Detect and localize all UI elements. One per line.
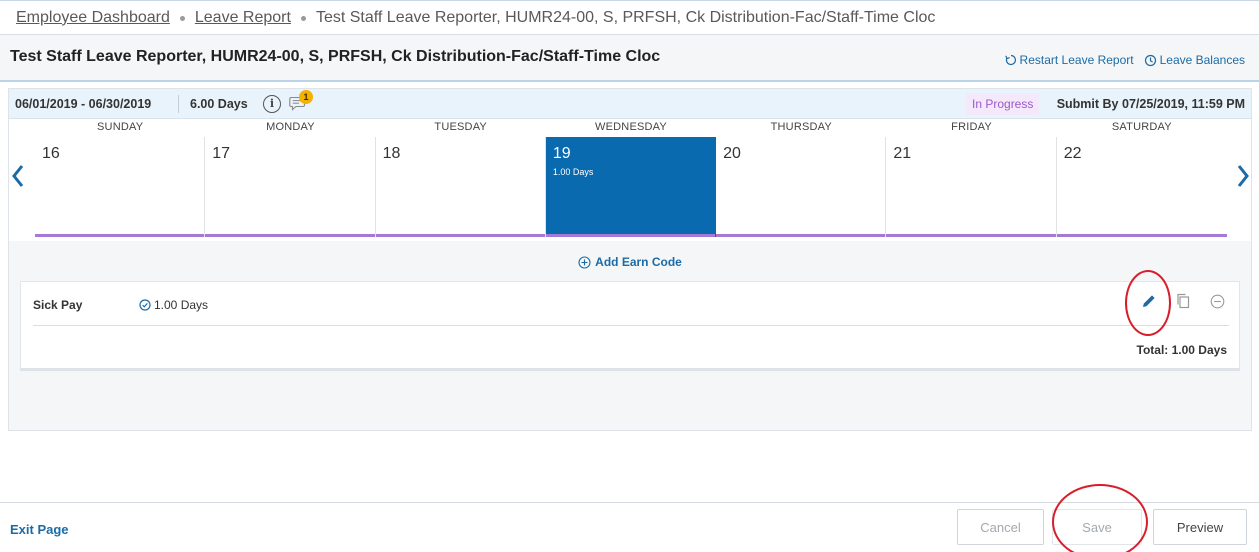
add-earn-code-row: Add Earn Code: [9, 255, 1251, 272]
previous-week-chevron-icon[interactable]: [10, 163, 26, 189]
day-status-bar: [886, 234, 1056, 237]
earn-code-amount-value: 1.00 Days: [154, 298, 209, 312]
day-cell-18[interactable]: 18: [375, 137, 546, 237]
delete-button[interactable]: [1207, 290, 1227, 312]
day-header-wednesday: WEDNESDAY: [595, 121, 667, 133]
earn-code-name: Sick Pay: [33, 298, 83, 312]
breadcrumb-separator: [300, 16, 306, 21]
preview-button[interactable]: Preview: [1153, 509, 1247, 545]
earn-code-amount: 1.00 Days: [139, 298, 208, 312]
day-status-bar: [545, 234, 716, 237]
period-divider: [178, 95, 179, 113]
breadcrumb-leave-report[interactable]: Leave Report: [195, 9, 291, 27]
day-cell-17[interactable]: 17: [205, 137, 376, 237]
period-bar: 06/01/2019 - 06/30/2019 6.00 Days i 1 In…: [9, 89, 1251, 119]
day-header-sunday: SUNDAY: [97, 121, 144, 133]
day-status-bar: [716, 234, 886, 237]
day-number: 18: [382, 145, 401, 162]
exit-page-link[interactable]: Exit Page: [10, 522, 69, 537]
copy-icon: [1177, 293, 1190, 309]
pay-period-range: 06/01/2019 - 06/30/2019: [15, 97, 152, 111]
plus-circle-icon: [578, 255, 591, 269]
day-header-saturday: SATURDAY: [1111, 121, 1172, 133]
day-status-bar: [35, 234, 205, 237]
day-number: 16: [42, 145, 60, 162]
day-header-monday: MONDAY: [266, 121, 315, 133]
header-actions: Restart Leave Report Leave Balances: [995, 53, 1245, 67]
day-hours: 1.00 Days: [552, 167, 594, 177]
day-status-bar: [1056, 234, 1227, 237]
restart-leave-report-label: Restart Leave Report: [1019, 53, 1134, 67]
clock-check-icon: [139, 299, 151, 311]
day-status-bar: [205, 234, 375, 237]
page-title: Test Staff Leave Reporter, HUMR24-00, S,…: [10, 48, 661, 65]
edit-button[interactable]: [1139, 290, 1159, 312]
earn-code-card: Sick Pay 1.00 Days Total: 1.00 Days: [20, 281, 1240, 371]
day-number: 17: [212, 145, 231, 162]
status-badge: In Progress: [966, 93, 1040, 115]
day-number: 21: [893, 145, 912, 162]
earn-code-total: Total: 1.00 Days: [1136, 343, 1227, 357]
day-number: 20: [723, 145, 741, 162]
breadcrumb-employee-dashboard[interactable]: Employee Dashboard: [16, 9, 170, 27]
footer-bar: Exit Page Cancel Save Preview: [0, 502, 1259, 552]
day-number: 19: [552, 145, 571, 162]
breadcrumb-separator: [179, 16, 185, 21]
day-headers: SUNDAY MONDAY TUESDAY WEDNESDAY THURSDAY…: [35, 121, 1227, 137]
leave-balances-label: Leave Balances: [1159, 53, 1245, 67]
leave-report-panel: 06/01/2019 - 06/30/2019 6.00 Days i 1 In…: [8, 88, 1252, 431]
info-icon[interactable]: i: [263, 95, 281, 113]
week-calendar: SUNDAY MONDAY TUESDAY WEDNESDAY THURSDAY…: [9, 119, 1251, 241]
day-cell-22[interactable]: 22: [1056, 137, 1227, 237]
day-cell-16[interactable]: 16: [35, 137, 206, 237]
restart-leave-report-button[interactable]: Restart Leave Report: [1004, 53, 1134, 67]
day-status-bar: [375, 234, 545, 237]
earn-card-divider: [33, 325, 1229, 326]
cancel-button[interactable]: Cancel: [957, 509, 1044, 545]
history-clock-icon: [1144, 54, 1156, 66]
breadcrumb: Employee Dashboard Leave Report Test Sta…: [0, 0, 1259, 34]
next-week-chevron-icon[interactable]: [1235, 163, 1251, 189]
comment-count-badge: 1: [299, 90, 313, 104]
breadcrumb-current: Test Staff Leave Reporter, HUMR24-00, S,…: [315, 8, 936, 26]
day-cells: 16 17 18 19 1.00 Days 20 21 22: [35, 137, 1227, 237]
save-button[interactable]: Save: [1052, 509, 1142, 545]
day-header-tuesday: TUESDAY: [434, 121, 487, 133]
day-number: 22: [1063, 145, 1082, 162]
restart-icon: [1004, 54, 1016, 66]
day-header-friday: FRIDAY: [951, 121, 992, 133]
submit-by-deadline: Submit By 07/25/2019, 11:59 PM: [1056, 97, 1245, 111]
day-cell-19-selected[interactable]: 19 1.00 Days: [545, 137, 717, 237]
minus-circle-icon: [1210, 294, 1224, 308]
earn-code-actions: [1125, 290, 1227, 312]
pencil-icon: [1143, 295, 1155, 307]
period-total-days: 6.00 Days: [190, 97, 248, 111]
day-cell-20[interactable]: 20: [716, 137, 887, 237]
add-earn-code-label: Add Earn Code: [595, 255, 682, 269]
add-earn-code-button[interactable]: Add Earn Code: [578, 255, 682, 269]
copy-button[interactable]: [1173, 290, 1193, 312]
page-header: Test Staff Leave Reporter, HUMR24-00, S,…: [0, 34, 1259, 82]
day-cell-21[interactable]: 21: [886, 137, 1057, 237]
day-header-thursday: THURSDAY: [770, 121, 832, 133]
leave-balances-button[interactable]: Leave Balances: [1144, 53, 1245, 67]
